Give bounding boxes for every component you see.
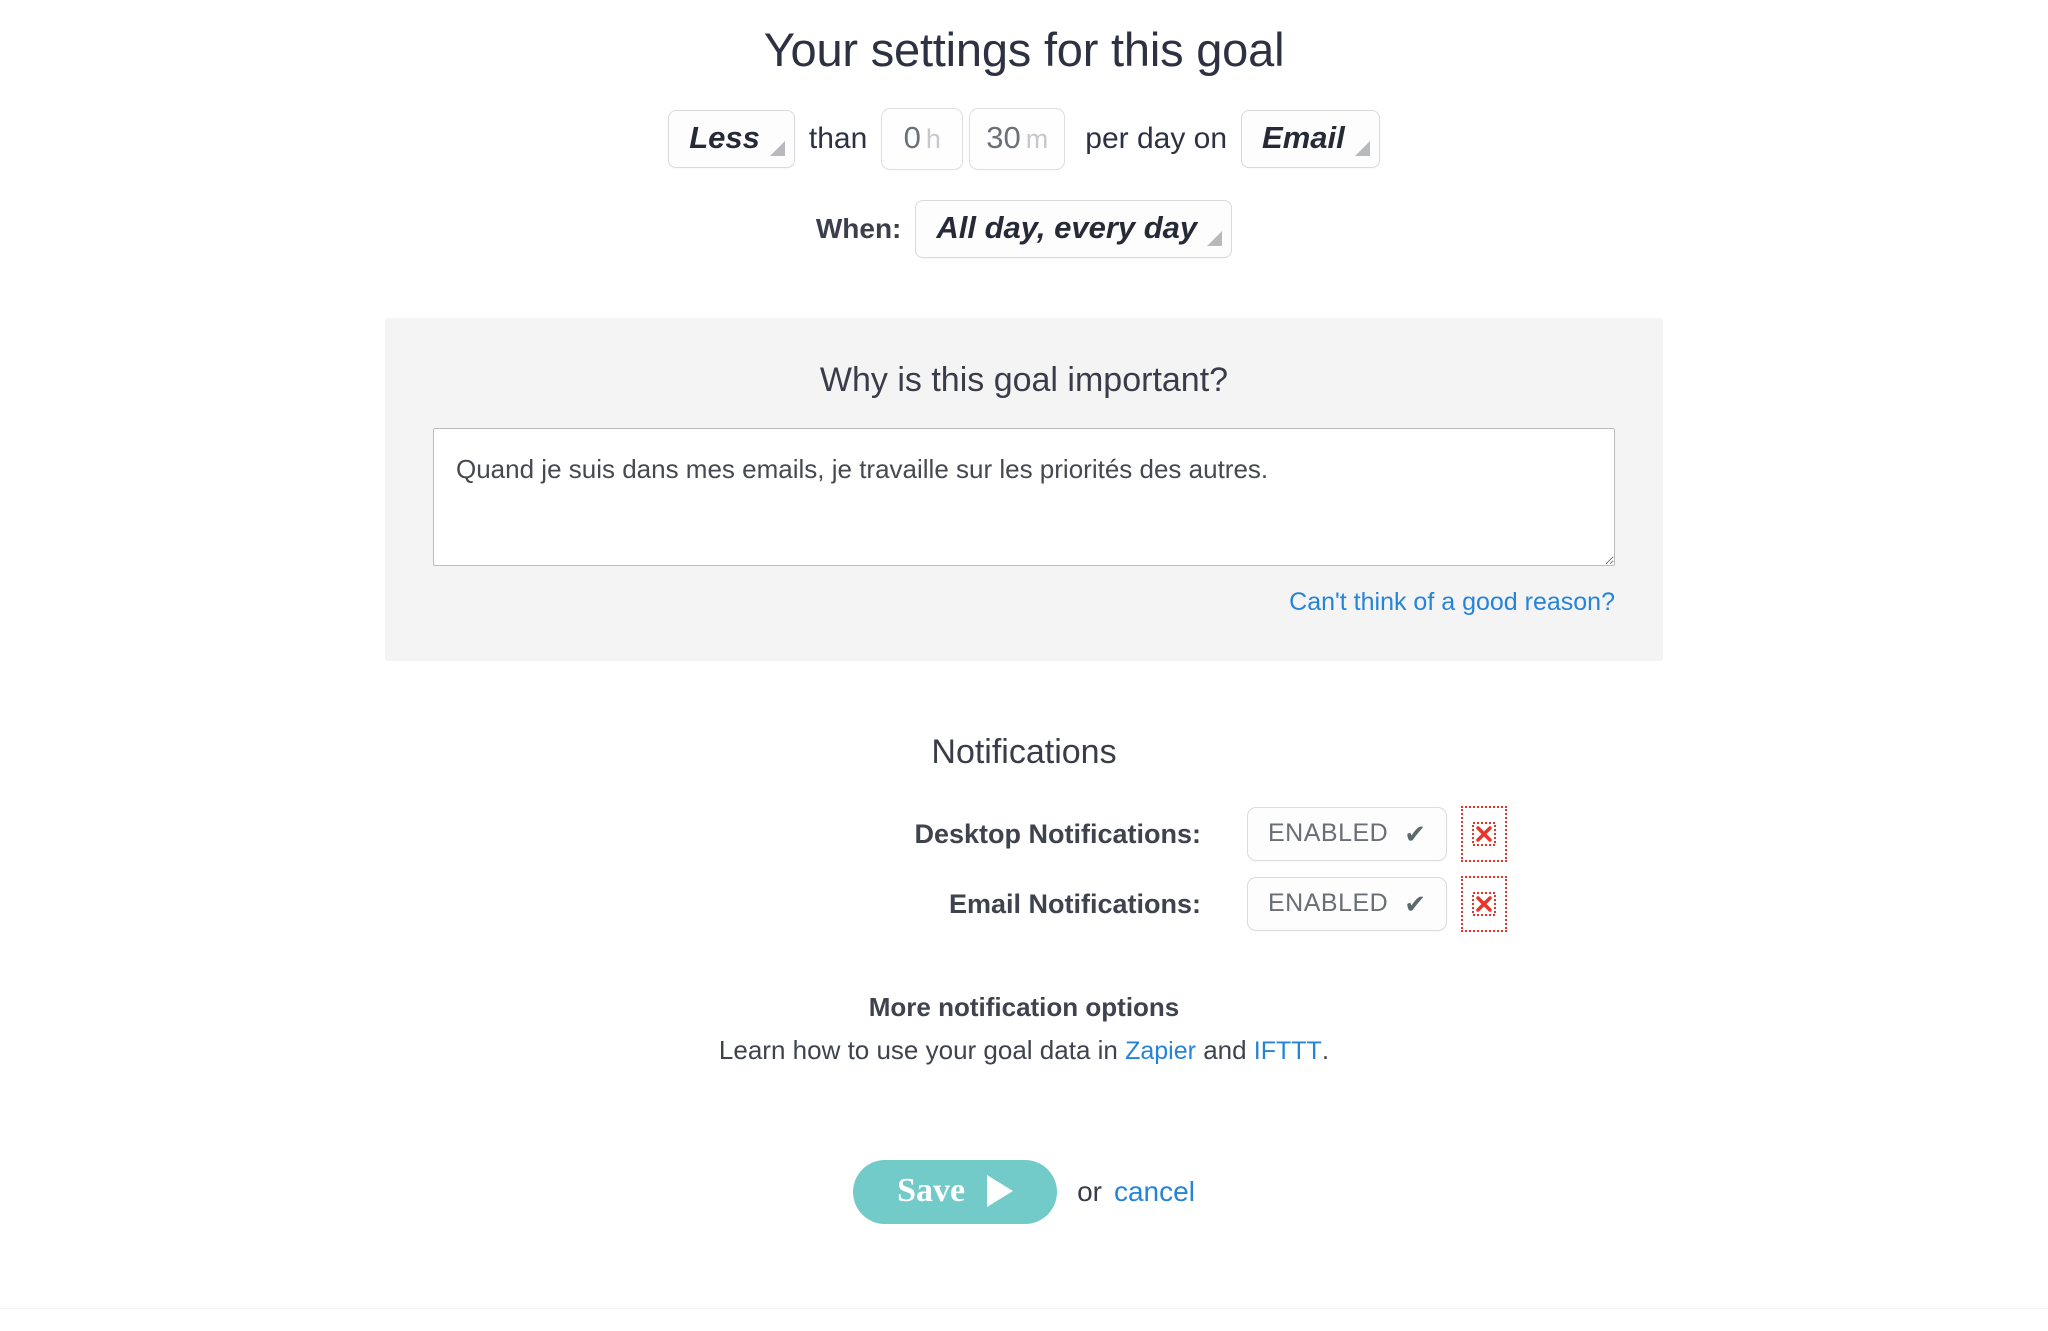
why-panel-help-row: Can't think of a good reason? xyxy=(433,588,1615,617)
email-notifications-toggle[interactable]: ENABLED ✔ xyxy=(1247,877,1448,932)
schedule-select[interactable]: All day, every day xyxy=(915,200,1233,259)
cancel-link[interactable]: cancel xyxy=(1114,1176,1195,1208)
minutes-input[interactable]: 30 m xyxy=(969,108,1066,171)
page-title: Your settings for this goal xyxy=(763,23,1285,76)
form-actions: Save or cancel xyxy=(0,1160,2048,1225)
notification-row-email: Email Notifications: ENABLED ✔ xyxy=(507,876,1541,933)
bottom-divider xyxy=(0,1308,2048,1309)
caret-down-icon xyxy=(1207,231,1223,247)
desktop-notifications-label: Desktop Notifications: xyxy=(914,818,1201,849)
desktop-notifications-status: ENABLED xyxy=(1268,819,1389,848)
settings-page: Your settings for this goal Less than 0 … xyxy=(0,0,2048,1331)
or-label: or xyxy=(1077,1176,1102,1208)
more-sub-prefix: Learn how to use your goal data in xyxy=(718,1035,1126,1066)
goal-expression-row: Less than 0 h 30 m per day on Email xyxy=(0,108,2048,171)
notifications-rows: Desktop Notifications: ENABLED ✔ Email N… xyxy=(507,806,1541,933)
per-day-on-label: per day on xyxy=(1085,122,1228,156)
hours-input[interactable]: 0 h xyxy=(881,108,964,171)
comparator-select-value: Less xyxy=(689,120,760,156)
why-goal-important-panel: Why is this goal important? Can't think … xyxy=(385,318,1663,662)
than-label: than xyxy=(808,122,868,156)
notifications-title: Notifications xyxy=(931,733,1117,772)
check-icon: ✔ xyxy=(1404,888,1427,919)
zapier-link[interactable]: Zapier xyxy=(1125,1037,1196,1065)
save-button-label: Save xyxy=(897,1172,966,1210)
ifttt-link[interactable]: IFTTT xyxy=(1254,1037,1322,1065)
email-notifications-status: ENABLED xyxy=(1268,889,1389,918)
more-notification-options-subtitle: Learn how to use your goal data in Zapie… xyxy=(0,1035,2048,1066)
when-row: When: All day, every day xyxy=(0,200,2048,259)
more-notification-options: More notification options Learn how to u… xyxy=(0,992,2048,1066)
more-sub-mid: and xyxy=(1195,1035,1254,1066)
more-sub-suffix: . xyxy=(1321,1035,1330,1066)
more-notification-options-title: More notification options xyxy=(868,992,1180,1023)
caret-down-icon xyxy=(1354,141,1370,157)
caret-down-icon xyxy=(769,141,785,157)
broken-image-icon[interactable] xyxy=(1461,806,1508,863)
broken-image-icon[interactable] xyxy=(1461,876,1508,933)
schedule-select-value: All day, every day xyxy=(936,210,1198,246)
comparator-select[interactable]: Less xyxy=(668,110,795,169)
why-panel-title: Why is this goal important? xyxy=(819,361,1229,400)
activity-select[interactable]: Email xyxy=(1241,110,1380,169)
cant-think-of-reason-link[interactable]: Can't think of a good reason? xyxy=(1289,588,1615,616)
hours-unit: h xyxy=(925,124,941,155)
goal-reason-textarea[interactable] xyxy=(433,428,1615,567)
desktop-notifications-toggle[interactable]: ENABLED ✔ xyxy=(1247,807,1448,862)
play-triangle-icon xyxy=(987,1175,1014,1208)
hours-value: 0 xyxy=(903,120,921,156)
notification-row-desktop: Desktop Notifications: ENABLED ✔ xyxy=(507,806,1541,863)
activity-select-value: Email xyxy=(1262,120,1345,156)
check-icon: ✔ xyxy=(1404,818,1427,849)
save-button[interactable]: Save xyxy=(853,1160,1058,1225)
when-label: When: xyxy=(815,213,902,245)
minutes-value: 30 xyxy=(986,120,1021,156)
minutes-unit: m xyxy=(1025,124,1049,155)
email-notifications-label: Email Notifications: xyxy=(948,888,1201,919)
